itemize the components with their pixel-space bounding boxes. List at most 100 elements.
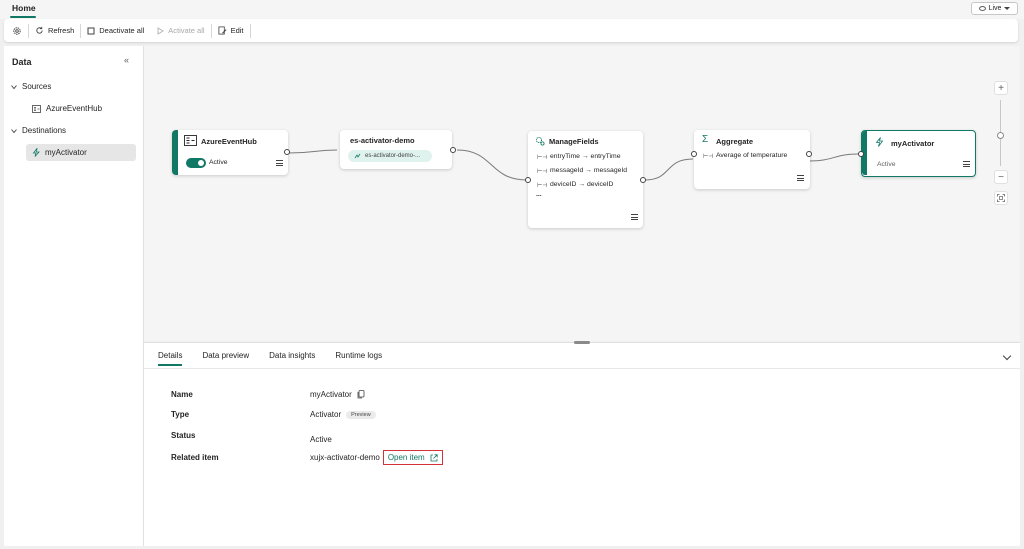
- node-menu-icon[interactable]: [631, 214, 638, 220]
- refresh-icon: [36, 26, 43, 34]
- eye-icon: [978, 6, 986, 11]
- resize-handle[interactable]: [574, 341, 590, 344]
- stream-icon: [354, 153, 361, 158]
- node-status: Active: [209, 159, 228, 166]
- detail-value: Active: [310, 435, 332, 444]
- detail-value: xujx-activator-demo: [310, 453, 380, 462]
- more-fields: ...: [536, 191, 542, 198]
- field-map-icon: ⊢⊣: [537, 183, 548, 189]
- external-link-icon: [430, 453, 438, 461]
- sources-label: Sources: [22, 82, 52, 91]
- node-managefields[interactable]: ManageFields ⊢⊣ entryTime → entryTime ⊢⊣…: [525, 131, 646, 228]
- node-title: es-activator-demo: [350, 136, 415, 145]
- toolbar: Refresh Deactivate all Activate all Edit: [4, 19, 1018, 42]
- home-tab-indicator: [10, 16, 36, 18]
- node-accent-bar: [172, 130, 178, 175]
- node-aggregate[interactable]: Σ Aggregate ⊢⊣ Average of temperature: [691, 130, 812, 189]
- node-menu-icon[interactable]: [963, 161, 970, 167]
- stop-icon: [87, 27, 95, 34]
- field-mapping: deviceID → deviceID: [550, 181, 614, 188]
- collapse-details-icon[interactable]: [1002, 351, 1012, 361]
- fit-view-icon: [997, 194, 1005, 202]
- top-bar: Home Live: [0, 0, 1024, 19]
- chevron-down-icon: [11, 128, 17, 133]
- detail-row-status: Status Active: [171, 431, 332, 444]
- destinations-label: Destinations: [22, 126, 67, 135]
- input-port[interactable]: [691, 151, 697, 157]
- node-title: Aggregate: [716, 137, 754, 146]
- tab-data-insights[interactable]: Data insights: [269, 351, 315, 366]
- detail-row-type: Type Activator Preview: [171, 410, 376, 419]
- fit-to-view-button[interactable]: [994, 191, 1008, 205]
- node-status: Active: [877, 161, 896, 168]
- detail-value: Activator: [310, 410, 342, 419]
- manage-fields-icon: [535, 136, 545, 146]
- node-myactivator[interactable]: myActivator Active: [858, 130, 976, 177]
- field-map-icon: ⊢⊣: [537, 169, 548, 175]
- preview-badge: Preview: [346, 410, 376, 419]
- input-port[interactable]: [525, 177, 531, 183]
- details-panel: Details Data preview Data insights Runti…: [144, 341, 1020, 546]
- detail-key: Related item: [171, 453, 219, 462]
- panel-title: Data: [12, 57, 32, 67]
- tabs-divider: [144, 368, 1020, 369]
- deactivate-all-label: Deactivate all: [99, 26, 145, 35]
- destinations-group[interactable]: Destinations: [10, 126, 66, 135]
- flow-canvas[interactable]: AzureEventHub Active es-activator-demo e…: [144, 46, 1020, 341]
- active-toggle[interactable]: [186, 158, 206, 168]
- edit-icon: [218, 26, 227, 35]
- detail-key: Status: [171, 431, 196, 440]
- sidebar-item-myactivator[interactable]: myActivator: [26, 144, 136, 161]
- live-view-dropdown[interactable]: Live: [971, 2, 1018, 15]
- sidebar-item-label: AzureEventHub: [46, 104, 103, 113]
- detail-row-name: Name myActivator: [171, 390, 365, 399]
- lightning-icon: [875, 137, 884, 147]
- open-item-link[interactable]: Open item: [382, 450, 443, 465]
- detail-row-related: Related item xujx-activator-demo Open it…: [171, 450, 443, 465]
- node-title: AzureEventHub: [201, 137, 257, 146]
- output-port[interactable]: [284, 149, 290, 155]
- gear-icon: [13, 26, 21, 35]
- detail-key: Name: [171, 390, 193, 399]
- sidebar-item-azureeventhub[interactable]: AzureEventHub: [26, 100, 136, 117]
- activate-all-button[interactable]: Activate all: [150, 19, 210, 42]
- collapse-panel-icon[interactable]: «: [124, 55, 129, 65]
- copy-icon[interactable]: [357, 390, 365, 399]
- edit-button[interactable]: Edit: [212, 19, 250, 42]
- eventhub-icon: [32, 104, 41, 113]
- activate-all-label: Activate all: [168, 26, 205, 35]
- settings-button[interactable]: [4, 19, 28, 42]
- node-azureeventhub[interactable]: AzureEventHub Active: [172, 130, 290, 175]
- deactivate-all-button[interactable]: Deactivate all: [81, 19, 150, 42]
- details-tabs: Details Data preview Data insights Runti…: [158, 351, 382, 366]
- node-menu-icon[interactable]: [797, 175, 804, 181]
- output-port[interactable]: [640, 177, 646, 183]
- data-panel: Data « Sources AzureEventHub Destination…: [4, 46, 144, 546]
- sigma-icon: Σ: [702, 134, 709, 145]
- node-eventstream[interactable]: es-activator-demo es-activator-demo-...: [340, 130, 456, 169]
- zoom-in-button[interactable]: +: [994, 81, 1008, 95]
- play-icon: [157, 26, 165, 35]
- tab-home[interactable]: Home: [12, 3, 36, 13]
- input-port[interactable]: [858, 151, 864, 157]
- zoom-slider-thumb[interactable]: [997, 132, 1004, 139]
- edit-label: Edit: [230, 26, 244, 35]
- refresh-button[interactable]: Refresh: [29, 19, 80, 42]
- stream-pill: es-activator-demo-...: [348, 150, 432, 162]
- tab-details[interactable]: Details: [158, 351, 183, 366]
- zoom-out-button[interactable]: −: [994, 170, 1008, 184]
- node-title: ManageFields: [549, 137, 599, 146]
- tab-runtime-logs[interactable]: Runtime logs: [335, 351, 382, 366]
- tab-data-preview[interactable]: Data preview: [202, 351, 249, 366]
- output-port[interactable]: [450, 147, 456, 153]
- toolbar-divider: [249, 23, 251, 38]
- output-port[interactable]: [806, 151, 812, 157]
- aggregate-detail: Average of temperature: [716, 152, 788, 159]
- stream-pill-label: es-activator-demo-...: [365, 153, 421, 159]
- node-menu-icon[interactable]: [276, 160, 283, 166]
- field-map-icon: ⊢⊣: [537, 155, 548, 161]
- lightning-icon: [32, 148, 40, 157]
- field-mapping: messageId → messageId: [550, 167, 628, 174]
- field-mapping: entryTime → entryTime: [550, 153, 621, 160]
- sources-group[interactable]: Sources: [10, 82, 51, 91]
